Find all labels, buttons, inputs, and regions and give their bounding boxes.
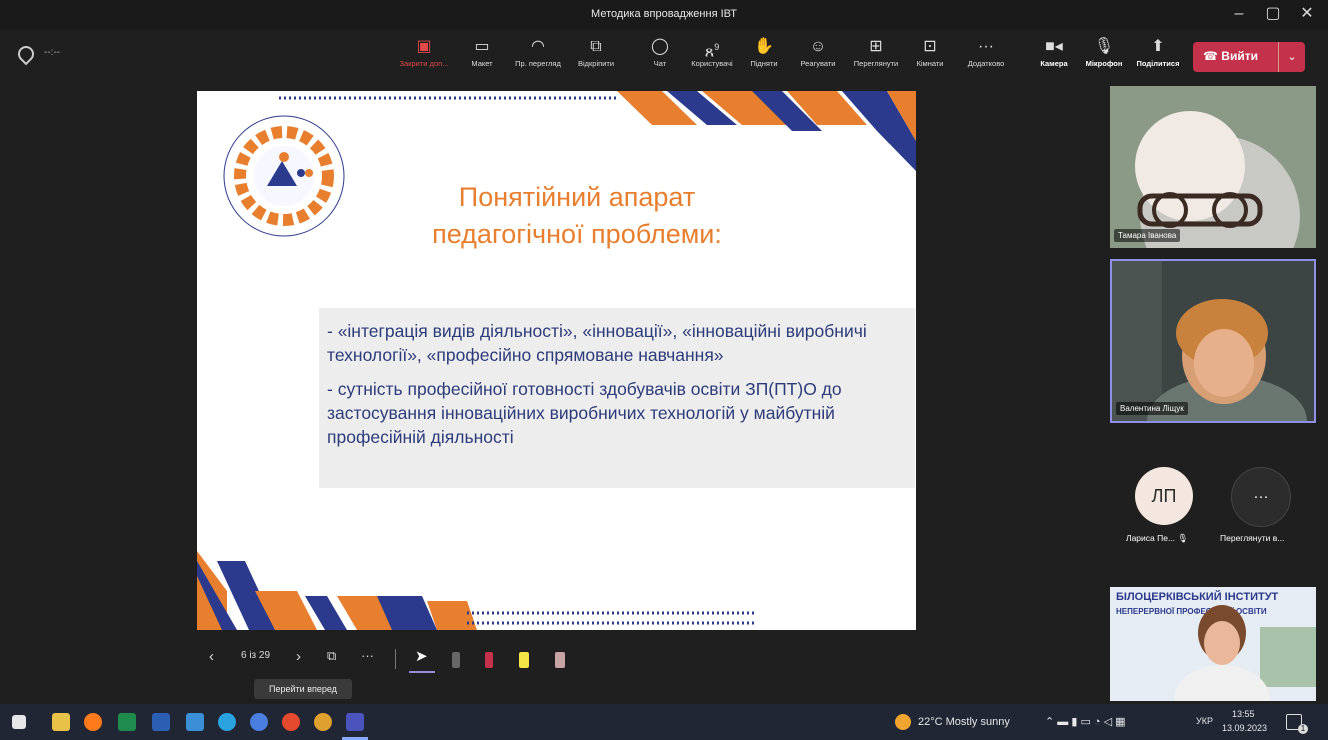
eye-icon: ◠ bbox=[531, 38, 545, 55]
mic-muted-icon: 🎙 bbox=[1177, 533, 1189, 543]
avatar[interactable]: ЛП bbox=[1135, 467, 1193, 525]
slide-heading-line1: Понятійний апарат bbox=[458, 182, 696, 212]
word-icon[interactable] bbox=[152, 713, 170, 731]
windows-start-icon[interactable] bbox=[12, 715, 26, 729]
telegram-icon[interactable] bbox=[218, 713, 236, 731]
slide-content-box: - «інтеграція видів діяльності», «іннова… bbox=[319, 308, 915, 488]
participant-tile-active[interactable]: Валентина Ліщук bbox=[1110, 259, 1316, 423]
slide-bullet: - сутність професійної готовності здобув… bbox=[327, 379, 842, 447]
slide-navigation: ‹ 6 із 29 › ⧉ ··· ➤ bbox=[197, 642, 617, 676]
preview-button[interactable]: ◠ Пр. перегляд bbox=[508, 36, 568, 68]
windows-taskbar: 22°C Mostly sunny ⌃ ▬ ▮ ▭ ◔ ◁ ▦ УКР 13:5… bbox=[0, 704, 1328, 740]
view-icon: ⊞ bbox=[869, 38, 883, 55]
people-button[interactable]: ጸ9 Користувачі bbox=[682, 36, 742, 68]
rooms-icon: ⊡ bbox=[923, 38, 937, 55]
participant-name: Валентина Ліщук bbox=[1116, 402, 1188, 415]
hand-icon: ✋ bbox=[754, 38, 774, 55]
tooltip: Перейти вперед bbox=[254, 679, 352, 699]
app-icon[interactable] bbox=[186, 713, 204, 731]
pen-tool-icon[interactable] bbox=[452, 652, 460, 668]
app-icon[interactable] bbox=[282, 713, 300, 731]
active-tool-indicator bbox=[409, 671, 435, 673]
participant-video bbox=[1174, 605, 1316, 701]
more-icon: ··· bbox=[978, 38, 994, 55]
weather-sun-icon bbox=[895, 714, 911, 730]
share-icon: ⬆ bbox=[1151, 38, 1165, 55]
participant-video bbox=[1110, 86, 1316, 248]
clock-time[interactable]: 13:55 bbox=[1232, 709, 1255, 719]
app-icon[interactable] bbox=[250, 713, 268, 731]
weather-text[interactable]: 22°C Mostly sunny bbox=[918, 716, 1010, 728]
view-button[interactable]: ⊞ Переглянути bbox=[846, 36, 906, 68]
slide-heading-line2: педагогічної проблеми: bbox=[432, 219, 722, 249]
rooms-button[interactable]: ⊡ Кімнати bbox=[900, 36, 960, 68]
unpin-icon: ⧉ bbox=[590, 38, 602, 55]
chrome-icon[interactable] bbox=[314, 713, 332, 731]
excel-icon[interactable] bbox=[118, 713, 136, 731]
title-bar: Методика впровадження ІВТ – ▢ ✕ bbox=[0, 0, 1328, 30]
highlighter-tool-icon[interactable] bbox=[519, 652, 529, 668]
slide-bullet: - «інтеграція видів діяльності», «іннова… bbox=[327, 321, 867, 365]
participant-video bbox=[1112, 261, 1314, 421]
shield-icon[interactable] bbox=[14, 42, 38, 66]
meeting-timer: --:-- bbox=[44, 47, 61, 58]
file-explorer-icon[interactable] bbox=[52, 713, 70, 731]
firefox-icon[interactable] bbox=[84, 713, 102, 731]
institution-logo bbox=[223, 115, 345, 237]
participant-count: 9 bbox=[714, 42, 720, 52]
people-icon: ጸ9 bbox=[704, 42, 720, 61]
mic-button[interactable]: 🎙 Мікрофон bbox=[1074, 36, 1134, 68]
meeting-toolbar: --:-- ▣ Закрити доп... ▭ Макет ◠ Пр. пер… bbox=[0, 30, 1328, 84]
unpin-button[interactable]: ⧉ Відкріпити bbox=[566, 36, 626, 68]
slide-counter: 6 із 29 bbox=[241, 650, 271, 661]
mic-icon: 🎙 bbox=[1093, 38, 1115, 55]
chevron-left-icon[interactable]: ‹ bbox=[209, 648, 214, 665]
maximize-button[interactable]: ▢ bbox=[1256, 2, 1290, 28]
chevron-down-icon[interactable]: ⌄ bbox=[1278, 42, 1305, 72]
notification-count: 1 bbox=[1298, 724, 1308, 734]
eraser-tool-icon[interactable] bbox=[555, 652, 565, 668]
more-button[interactable]: ··· Додатково bbox=[956, 36, 1016, 68]
pointer-tool-icon[interactable]: ➤ bbox=[415, 647, 428, 665]
divider bbox=[395, 649, 396, 669]
close-button[interactable]: ✕ bbox=[1290, 2, 1324, 28]
minimize-button[interactable]: – bbox=[1222, 2, 1256, 28]
leave-button[interactable]: ☎ Вийти ⌄ bbox=[1193, 42, 1305, 72]
emoji-icon: ☺ bbox=[809, 38, 827, 55]
react-button[interactable]: ☺ Реагувати bbox=[788, 36, 848, 68]
participant-name: Тамара Іванова bbox=[1114, 229, 1181, 242]
phone-icon: ☎ bbox=[1203, 49, 1218, 63]
share-button[interactable]: ⬆ Поділитися bbox=[1128, 36, 1188, 68]
participant-tile[interactable]: Тамара Іванова bbox=[1110, 86, 1316, 248]
shared-slide: Понятійний апарат педагогічної проблеми:… bbox=[197, 91, 916, 630]
participant-tile[interactable]: БІЛОЦЕРКІВСЬКИЙ ІНСТИТУТ НЕПЕРЕРВНОЇ ПРО… bbox=[1110, 587, 1316, 701]
teams-icon[interactable] bbox=[346, 713, 364, 731]
stop-sharing-button[interactable]: ▣ Закрити доп... bbox=[394, 36, 454, 68]
raise-hand-button[interactable]: ✋ Підняти bbox=[734, 36, 794, 68]
chevron-right-icon[interactable]: › bbox=[296, 648, 301, 665]
slides-grid-icon[interactable]: ⧉ bbox=[327, 648, 336, 664]
clock-date[interactable]: 13.09.2023 bbox=[1222, 723, 1267, 733]
chat-button[interactable]: ◯ Чат bbox=[630, 36, 690, 68]
leave-label: Вийти bbox=[1221, 49, 1258, 63]
layout-icon: ▭ bbox=[474, 38, 490, 55]
present-icon: ▣ bbox=[416, 38, 432, 55]
more-participants-label: Переглянути в... bbox=[1220, 533, 1285, 543]
more-options-icon[interactable]: ··· bbox=[361, 648, 374, 663]
slide-heading: Понятійний апарат педагогічної проблеми: bbox=[407, 179, 747, 253]
language-indicator[interactable]: УКР bbox=[1196, 716, 1213, 726]
chat-icon: ◯ bbox=[651, 38, 669, 55]
layout-button[interactable]: ▭ Макет bbox=[452, 36, 512, 68]
red-pen-tool-icon[interactable] bbox=[485, 652, 493, 668]
system-tray-icons[interactable]: ⌃ ▬ ▮ ▭ ◔ ◁ ▦ bbox=[1045, 715, 1126, 728]
more-participants-button[interactable]: ··· bbox=[1231, 467, 1291, 527]
avatar-name: Лариса Пе... 🎙 bbox=[1126, 533, 1189, 543]
window-title: Методика впровадження ІВТ bbox=[591, 8, 737, 20]
